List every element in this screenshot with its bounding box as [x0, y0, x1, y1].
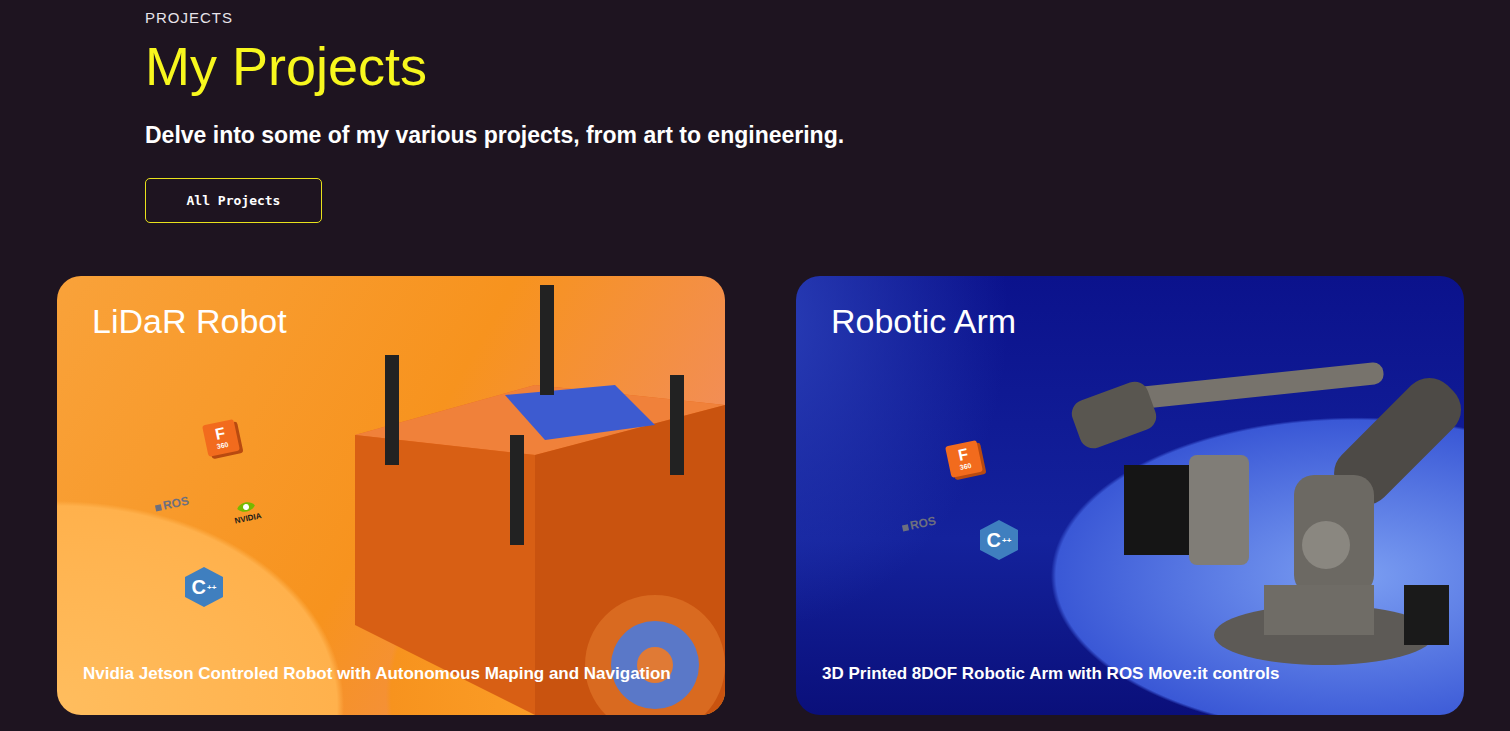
card-caption: Nvidia Jetson Controled Robot with Auton…: [83, 663, 699, 685]
robotic-arm-model-picture: [1064, 295, 1464, 715]
fusion-360-icon: F360: [948, 443, 980, 475]
card-title: Robotic Arm: [831, 300, 1438, 342]
ros-icon: ROS: [902, 517, 936, 531]
cpp-icon: C++: [980, 520, 1018, 560]
page-subtitle: Delve into some of my various projects, …: [145, 120, 844, 150]
nvidia-icon: NVIDIA: [233, 500, 260, 523]
card-title: LiDaR Robot: [92, 300, 699, 342]
fusion-360-icon: F360: [205, 422, 237, 454]
cpp-icon: C++: [185, 567, 223, 607]
card-caption: 3D Printed 8DOF Robotic Arm with ROS Mov…: [822, 663, 1438, 685]
all-projects-button[interactable]: All Projects: [145, 178, 322, 223]
project-card[interactable]: F360 ROS C++ Robotic Arm 3D Printed 8DOF Rob…: [796, 276, 1464, 715]
section-label: PROJECTS: [145, 10, 233, 26]
projects-header: PROJECTS My Projects Delve into some of my…: [0, 0, 1510, 223]
project-card[interactable]: F360 ROS NVIDIA C++ LiDaR Robot Nvidia Jetson…: [57, 276, 725, 715]
ros-icon: ROS: [155, 497, 189, 511]
project-cards: F360 ROS NVIDIA C++ LiDaR Robot Nvidia Jetson…: [0, 276, 1510, 715]
projects-page: PROJECTS My Projects Delve into some of my…: [0, 0, 1510, 731]
robot-model-picture: [335, 285, 725, 715]
page-title: My Projects: [145, 34, 427, 98]
